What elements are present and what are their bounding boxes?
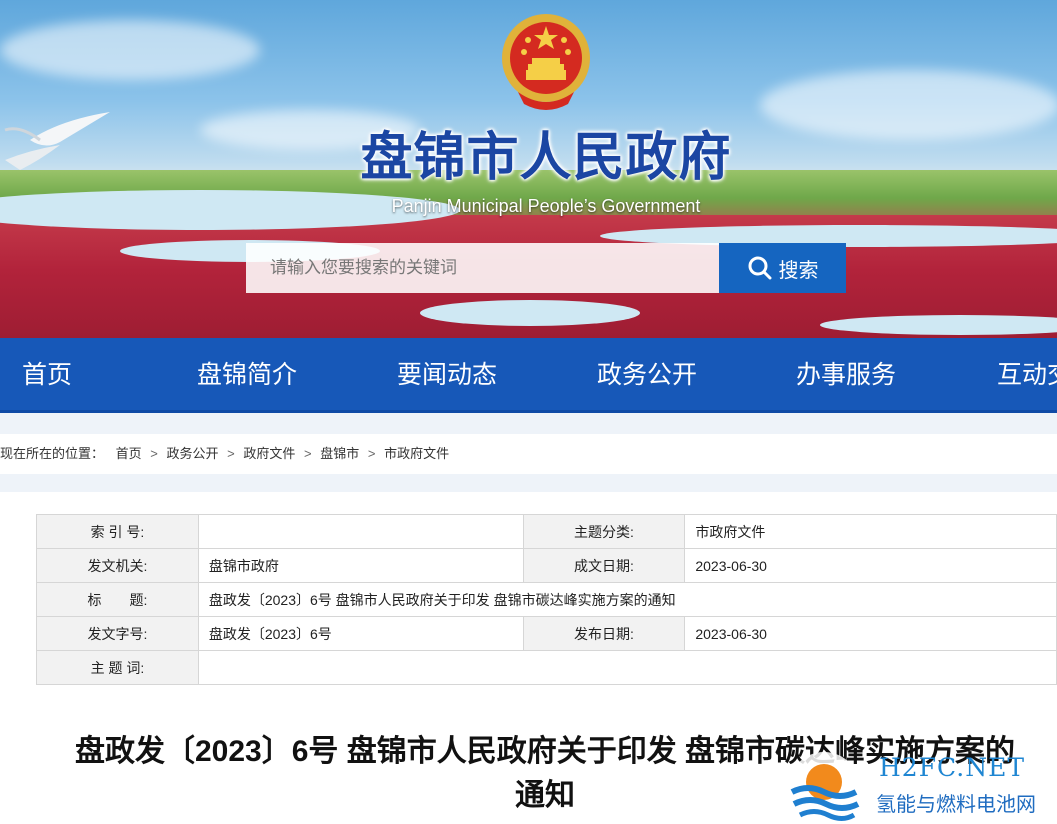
breadcrumb-separator: > xyxy=(227,446,235,461)
document-meta-table: 索 引 号: 主题分类: 市政府文件 发文机关: 盘锦市政府 成文日期: 202… xyxy=(36,514,1057,685)
category-label: 主题分类: xyxy=(522,514,686,549)
breadcrumb-separator: > xyxy=(150,446,158,461)
cloud xyxy=(0,20,260,80)
table-row: 索 引 号: 主题分类: 市政府文件 xyxy=(36,514,1057,549)
issuer-value: 盘锦市政府 xyxy=(197,548,524,583)
publish-date-label: 发布日期: xyxy=(522,616,686,651)
title-label: 标 题: xyxy=(36,582,199,617)
table-row: 标 题: 盘政发〔2023〕6号 盘锦市人民政府关于印发 盘锦市碳达峰实施方案的… xyxy=(36,582,1057,617)
category-value: 市政府文件 xyxy=(684,514,1057,549)
breadcrumb-prefix: 现在所在的位置： xyxy=(0,446,105,461)
nav-item-interaction[interactable]: 互动交 xyxy=(997,338,1057,410)
breadcrumb-city-docs[interactable]: 市政府文件 xyxy=(384,446,449,461)
breadcrumb-separator: > xyxy=(367,446,376,461)
breadcrumb: 现在所在的位置： 首页 > 政务公开 > 政府文件 > 盘锦市 > 市政府文件 xyxy=(0,434,1057,474)
nav-item-home[interactable]: 首页 xyxy=(22,338,72,410)
header-banner: 盘锦市人民政府 Panjin Municipal People’s Govern… xyxy=(0,0,1057,338)
site-subtitle: Panjin Municipal People’s Government xyxy=(391,196,701,216)
keywords-value xyxy=(197,650,1057,685)
breadcrumb-separator: > xyxy=(304,446,312,461)
breadcrumb-home[interactable]: 首页 xyxy=(116,446,142,461)
breadcrumb-gov-affairs[interactable]: 政务公开 xyxy=(167,446,219,461)
keywords-label: 主 题 词: xyxy=(36,650,199,685)
nav-item-news[interactable]: 要闻动态 xyxy=(397,338,497,410)
index-value xyxy=(197,514,524,549)
index-label: 索 引 号: xyxy=(36,514,199,549)
publish-date-value: 2023-06-30 xyxy=(684,616,1057,651)
title-value: 盘政发〔2023〕6号 盘锦市人民政府关于印发 盘锦市碳达峰实施方案的通知 xyxy=(197,582,1057,617)
nav-item-gov-affairs[interactable]: 政务公开 xyxy=(597,338,697,410)
table-row: 主 题 词: xyxy=(36,650,1057,685)
search-input[interactable] xyxy=(246,243,719,293)
table-row: 发文字号: 盘政发〔2023〕6号 发布日期: 2023-06-30 xyxy=(36,616,1057,651)
doc-number-label: 发文字号: xyxy=(36,616,199,651)
written-date-label: 成文日期: xyxy=(522,548,686,583)
river xyxy=(420,300,640,326)
watermark-brand: H2FC.NET xyxy=(879,753,1026,782)
cloud xyxy=(760,70,1057,140)
main-nav: 首页 盘锦简介 要闻动态 政务公开 办事服务 互动交 xyxy=(0,338,1057,413)
table-row: 发文机关: 盘锦市政府 成文日期: 2023-06-30 xyxy=(36,548,1057,583)
issuer-label: 发文机关: xyxy=(36,548,199,583)
site-title: 盘锦市人民政府 xyxy=(360,127,732,188)
national-emblem-icon xyxy=(502,14,590,110)
breadcrumb-panjin[interactable]: 盘锦市 xyxy=(320,446,359,461)
watermark-subtitle: 氢能与燃料电池网 xyxy=(876,794,1036,816)
nav-item-services[interactable]: 办事服务 xyxy=(796,338,896,410)
breadcrumb-gov-docs[interactable]: 政府文件 xyxy=(243,446,295,461)
search-icon xyxy=(748,256,771,280)
search-button-label: 搜索 xyxy=(778,259,819,282)
nav-item-intro[interactable]: 盘锦简介 xyxy=(197,338,297,410)
bird-icon xyxy=(4,112,110,170)
search-button[interactable]: 搜索 xyxy=(719,243,846,293)
doc-number-value: 盘政发〔2023〕6号 xyxy=(197,616,524,651)
written-date-value: 2023-06-30 xyxy=(684,548,1057,583)
